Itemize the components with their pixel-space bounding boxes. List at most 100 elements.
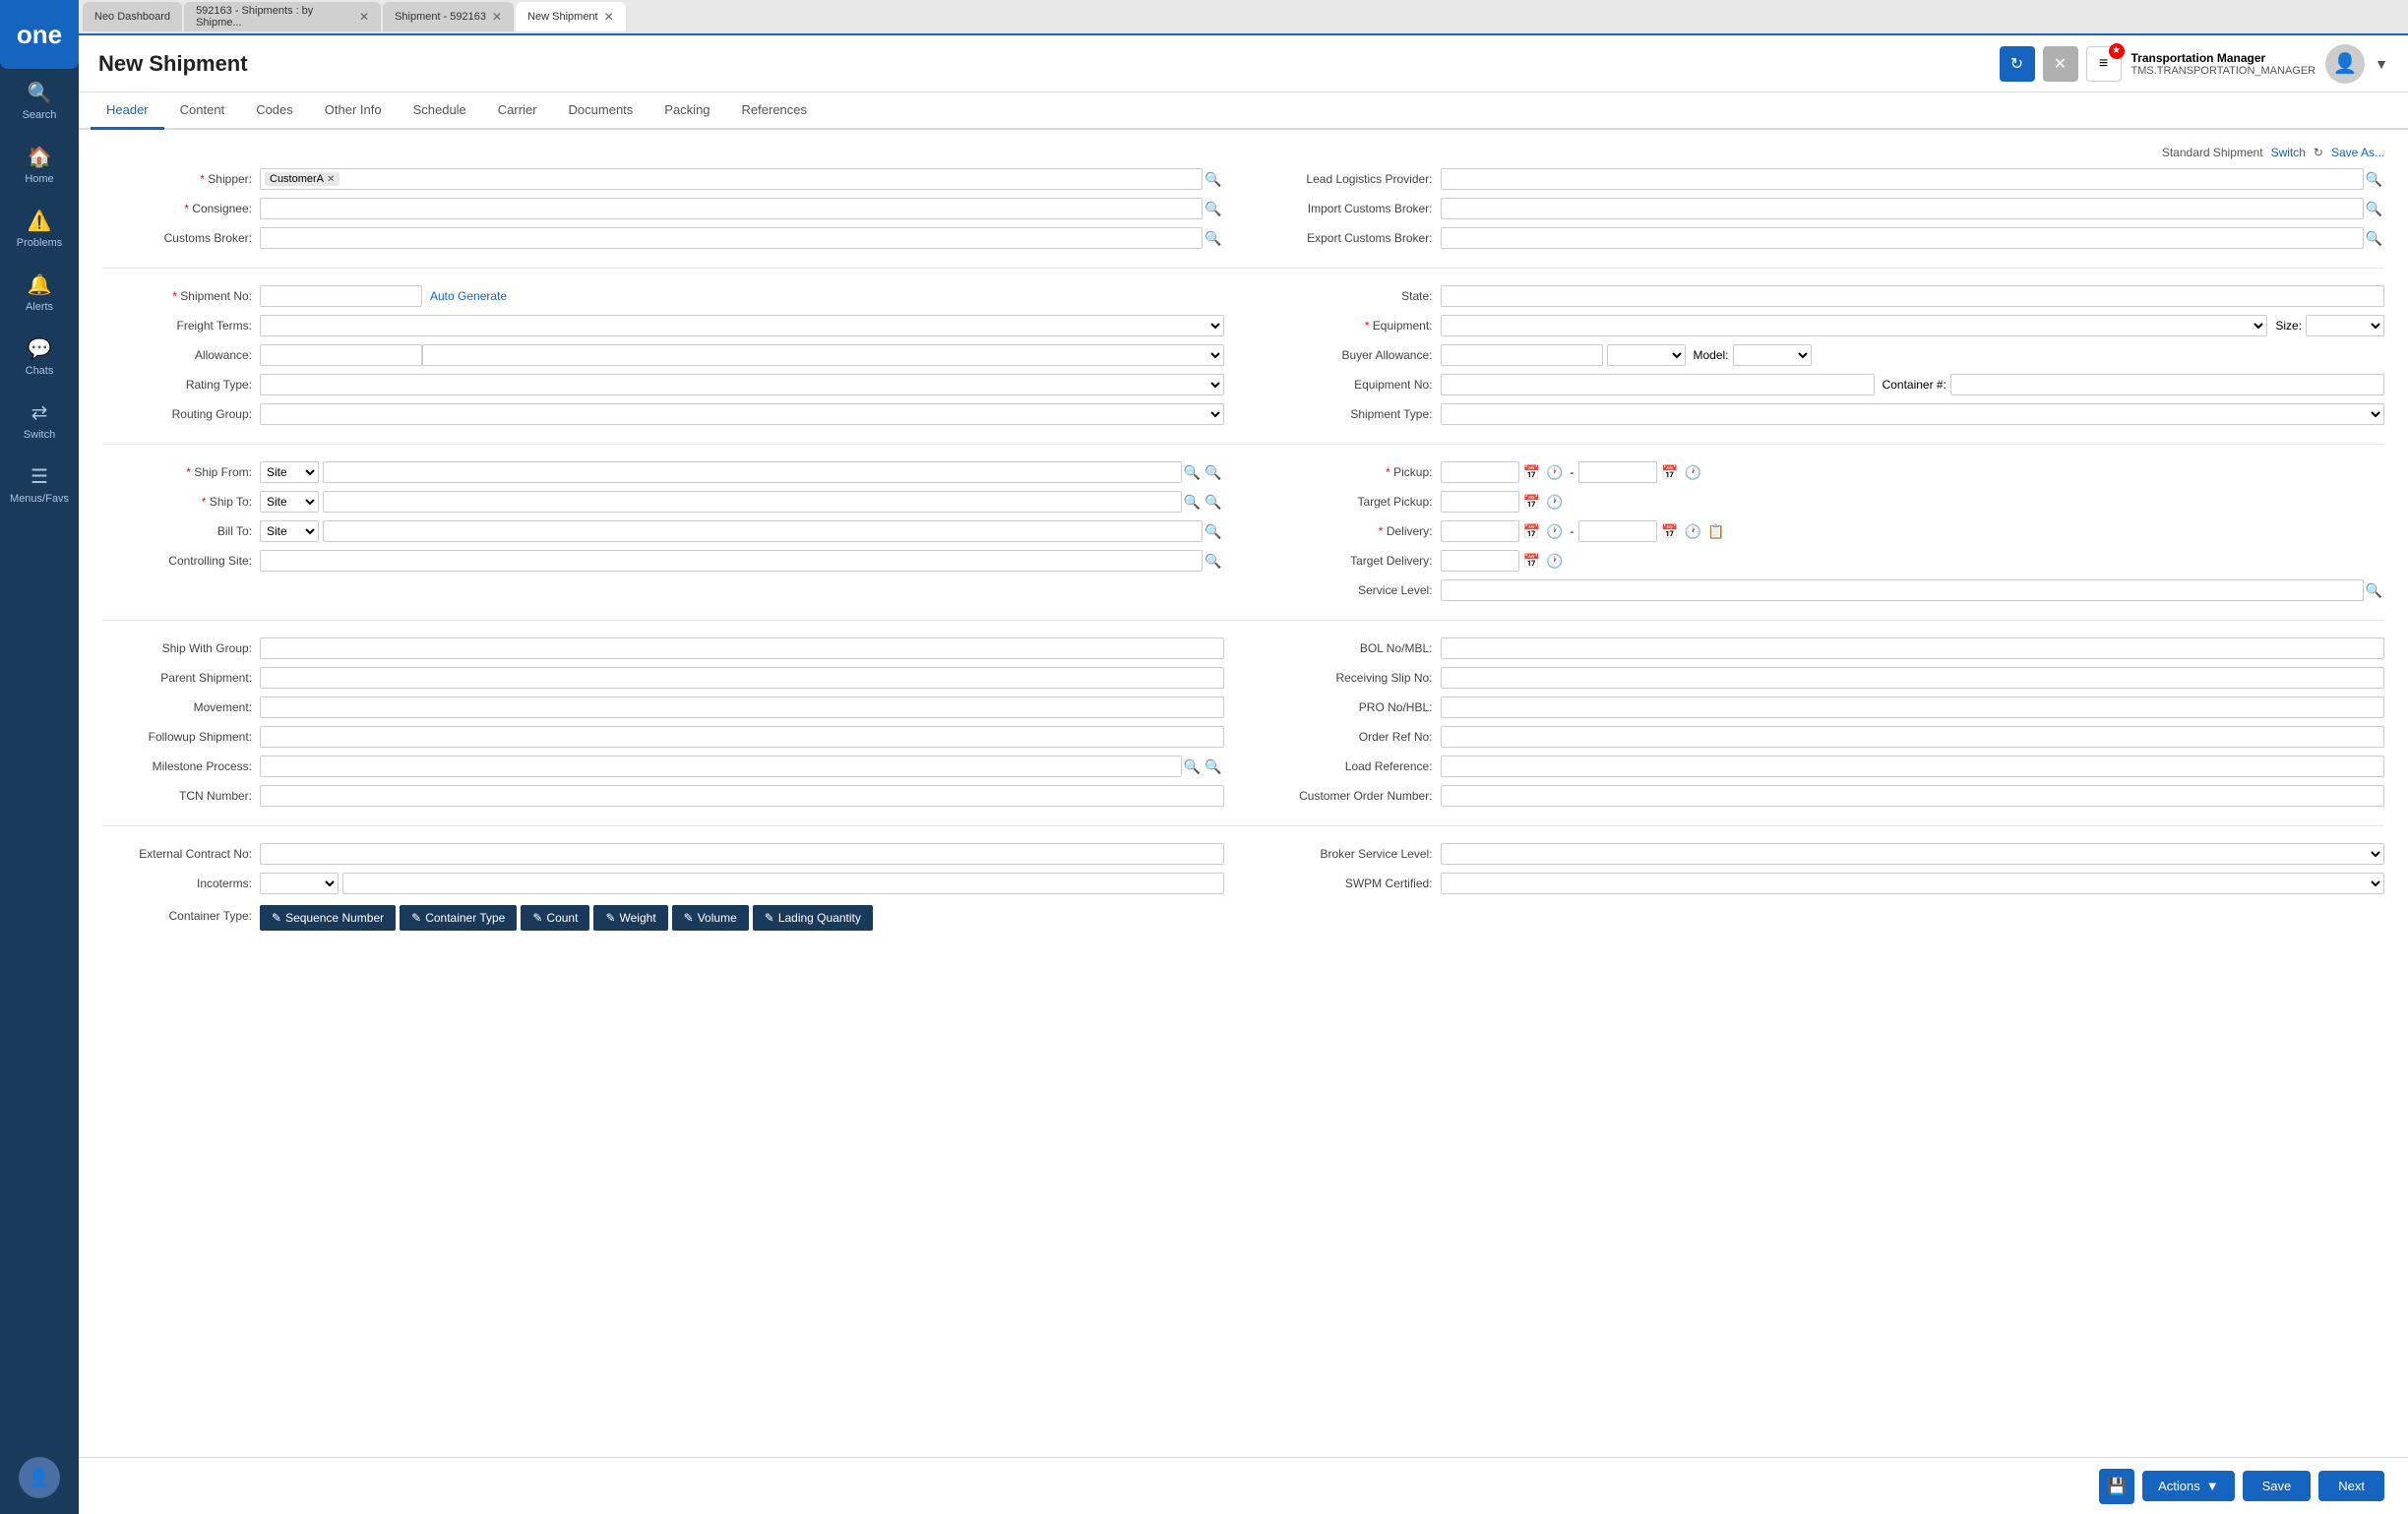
parent-shipment-input[interactable] [260, 667, 1224, 689]
sidebar-item-alerts[interactable]: 🔔 Alerts [0, 261, 79, 325]
actions-button[interactable]: Actions ▼ [2142, 1471, 2235, 1501]
ship-to-input[interactable] [323, 491, 1182, 513]
tab-other-info[interactable]: Other Info [309, 92, 398, 130]
target-pickup-calendar-icon[interactable]: 📅 [1521, 494, 1542, 511]
sidebar-item-chats[interactable]: 💬 Chats [0, 325, 79, 389]
tcn-input[interactable] [260, 785, 1224, 807]
save-as-link[interactable]: Save As... [2331, 146, 2384, 159]
shipper-tag-remove[interactable]: ✕ [327, 174, 335, 185]
tab-documents[interactable]: Documents [553, 92, 649, 130]
incoterms-select[interactable] [260, 873, 339, 894]
routing-group-select[interactable] [260, 403, 1224, 425]
delivery-time-icon[interactable]: 🕐 [1544, 523, 1565, 540]
ship-from-type[interactable]: Site [260, 461, 319, 483]
user-avatar-sidebar[interactable]: 👤 [19, 1457, 60, 1498]
broker-service-select[interactable] [1441, 843, 2385, 865]
tab-close-icon[interactable]: ✕ [359, 10, 369, 24]
tab-carrier[interactable]: Carrier [482, 92, 553, 130]
pickup-date-input[interactable] [1441, 461, 1519, 483]
refresh-button[interactable]: ↻ [2000, 46, 2035, 82]
tab-codes[interactable]: Codes [240, 92, 309, 130]
lead-logistics-input[interactable] [1441, 168, 2364, 190]
target-delivery-calendar-icon[interactable]: 📅 [1521, 553, 1542, 570]
tab-header[interactable]: Header [91, 92, 164, 130]
sidebar-item-home[interactable]: 🏠 Home [0, 133, 79, 197]
target-delivery-date-input[interactable] [1441, 550, 1519, 572]
customer-order-input[interactable] [1441, 785, 2385, 807]
ship-from-search2-button[interactable]: 🔍 [1203, 464, 1223, 481]
sidebar-item-menus[interactable]: ☰ Menus/Favs [0, 453, 79, 516]
tab-new-shipment[interactable]: New Shipment ✕ [516, 2, 626, 31]
import-customs-input[interactable] [1441, 198, 2364, 219]
tab-schedule[interactable]: Schedule [398, 92, 482, 130]
controlling-site-input[interactable] [260, 550, 1203, 572]
buyer-allowance-input1[interactable] [1441, 344, 1603, 366]
pickup-calendar-icon[interactable]: 📅 [1521, 464, 1542, 481]
tab-neo-dashboard[interactable]: Neo Dashboard [83, 2, 182, 31]
tab-shipment-592163[interactable]: Shipment - 592163 ✕ [383, 2, 514, 31]
tab-packing[interactable]: Packing [648, 92, 725, 130]
service-level-input[interactable] [1441, 579, 2364, 601]
movement-input[interactable] [260, 696, 1224, 718]
bill-to-type[interactable]: Site [260, 520, 319, 542]
app-logo[interactable]: one [0, 0, 79, 69]
shipment-no-input[interactable] [260, 285, 422, 307]
milestone-search2-button[interactable]: 🔍 [1203, 758, 1223, 775]
pickup-time-icon[interactable]: 🕐 [1544, 464, 1565, 481]
swpm-select[interactable] [1441, 873, 2385, 894]
milestone-search-button[interactable]: 🔍 [1182, 758, 1203, 775]
bol-mbl-input[interactable] [1441, 637, 2385, 659]
user-dropdown-arrow[interactable]: ▼ [2375, 56, 2388, 72]
shipment-type-select[interactable] [1441, 403, 2385, 425]
bill-to-input[interactable] [323, 520, 1203, 542]
lading-qty-button[interactable]: ✎ Lading Quantity [753, 905, 873, 931]
export-customs-input[interactable] [1441, 227, 2364, 249]
save-icon-button[interactable]: 💾 [2099, 1469, 2134, 1504]
tab-close-icon[interactable]: ✕ [604, 10, 614, 24]
incoterms-input[interactable] [342, 873, 1224, 894]
delivery-extra-icon[interactable]: 📋 [1705, 523, 1726, 540]
next-button[interactable]: Next [2318, 1471, 2384, 1501]
external-contract-input[interactable] [260, 843, 1224, 865]
pickup-calendar2-icon[interactable]: 📅 [1659, 464, 1680, 481]
delivery-date-input[interactable] [1441, 520, 1519, 542]
controlling-site-search-button[interactable]: 🔍 [1203, 553, 1223, 570]
sidebar-item-problems[interactable]: ⚠️ Problems [0, 197, 79, 261]
customs-broker-search-button[interactable]: 🔍 [1203, 230, 1223, 247]
user-avatar-header[interactable]: 👤 [2325, 44, 2365, 84]
ship-with-group-input[interactable] [260, 637, 1224, 659]
pickup-time2-icon[interactable]: 🕐 [1683, 464, 1703, 481]
count-button[interactable]: ✎ Count [521, 905, 589, 931]
delivery-calendar-icon[interactable]: 📅 [1521, 523, 1542, 540]
allowance-select[interactable] [422, 344, 1224, 366]
sidebar-item-switch[interactable]: ⇄ Switch [0, 389, 79, 453]
equipment-select[interactable] [1441, 315, 2268, 336]
ship-to-search-button[interactable]: 🔍 [1182, 494, 1203, 511]
weight-button[interactable]: ✎ Weight [593, 905, 667, 931]
import-customs-search-button[interactable]: 🔍 [2364, 201, 2384, 217]
buyer-allowance-select[interactable] [1607, 344, 1686, 366]
ship-from-input[interactable] [323, 461, 1182, 483]
close-button[interactable]: ✕ [2043, 46, 2078, 82]
shipper-search-button[interactable]: 🔍 [1203, 171, 1223, 188]
milestone-input[interactable] [260, 756, 1182, 777]
volume-button[interactable]: ✎ Volume [672, 905, 749, 931]
ship-to-search2-button[interactable]: 🔍 [1203, 494, 1223, 511]
delivery-time2-icon[interactable]: 🕐 [1683, 523, 1703, 540]
save-button[interactable]: Save [2243, 1471, 2312, 1501]
followup-input[interactable] [260, 726, 1224, 748]
tab-references[interactable]: References [726, 92, 823, 130]
service-level-search-button[interactable]: 🔍 [2364, 582, 2384, 599]
receiving-slip-input[interactable] [1441, 667, 2385, 689]
pickup-date2-input[interactable] [1578, 461, 1657, 483]
equipment-no-input[interactable] [1441, 374, 1875, 395]
rating-type-select[interactable] [260, 374, 1224, 395]
pro-hbl-input[interactable] [1441, 696, 2385, 718]
auto-generate-link[interactable]: Auto Generate [430, 289, 507, 303]
container-hash-input[interactable] [1950, 374, 2384, 395]
ship-from-search-button[interactable]: 🔍 [1182, 464, 1203, 481]
delivery-calendar2-icon[interactable]: 📅 [1659, 523, 1680, 540]
bill-to-search-button[interactable]: 🔍 [1203, 523, 1223, 540]
target-pickup-date-input[interactable] [1441, 491, 1519, 513]
size-select[interactable] [2306, 315, 2384, 336]
